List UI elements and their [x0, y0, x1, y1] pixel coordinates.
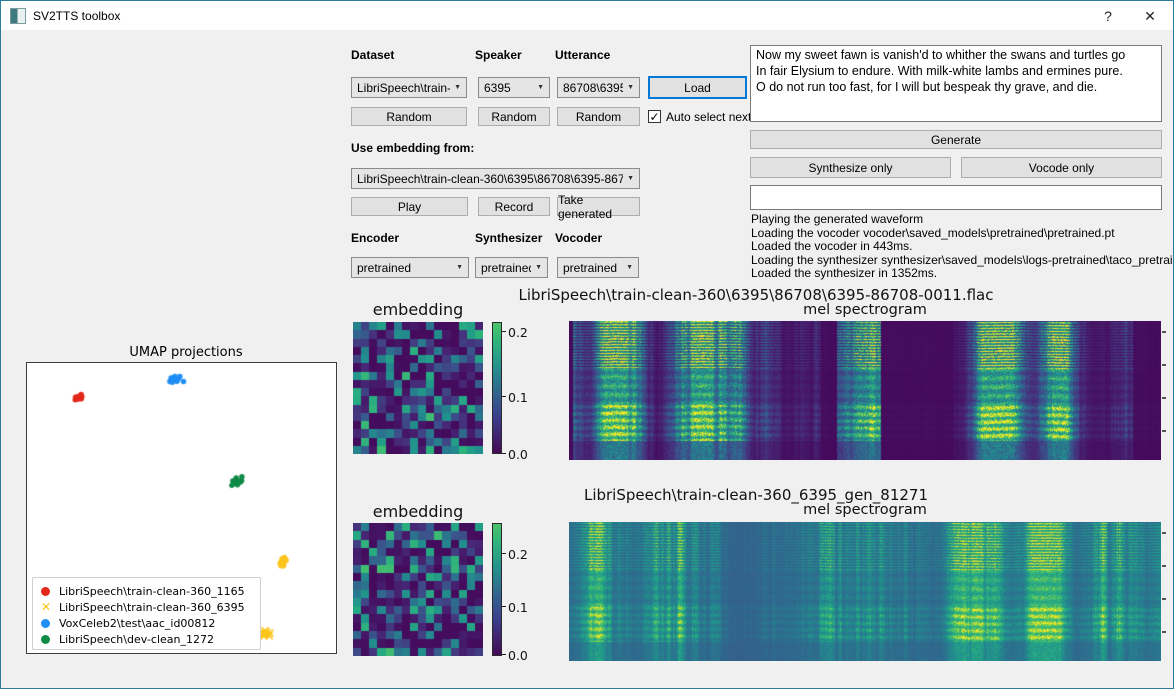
colorbar-tick: 0.0	[508, 447, 528, 462]
dataset-label: Dataset	[351, 48, 394, 62]
legend-label: LibriSpeech\train-clean-360_1165	[59, 585, 245, 598]
legend-item: ✕ LibriSpeech\train-clean-360_6395	[33, 599, 260, 615]
speaker-label: Speaker	[475, 48, 522, 62]
x-marker: ✕	[33, 602, 59, 612]
check-icon: ✓	[649, 112, 659, 122]
colorbar	[492, 523, 502, 656]
generate-button[interactable]: Generate	[750, 130, 1162, 149]
log-output: Playing the generated waveform Loading t…	[751, 213, 1171, 281]
log-line: Playing the generated waveform	[751, 213, 1171, 227]
umap-legend: LibriSpeech\train-clean-360_1165 ✕ Libri…	[32, 577, 261, 650]
legend-label: LibriSpeech\train-clean-360_6395	[59, 601, 245, 614]
dataset-value: LibriSpeech\train-cle	[357, 81, 450, 95]
chevron-down-icon: ▼	[627, 175, 634, 182]
random-speaker-button[interactable]: Random	[478, 107, 550, 126]
chevron-down-icon: ▼	[626, 264, 633, 271]
chevron-down-icon: ▼	[627, 84, 634, 91]
speaker-select[interactable]: 6395 ▼	[478, 77, 550, 98]
legend-label: LibriSpeech\dev-clean_1272	[59, 633, 214, 646]
app-window: SV2TTS toolbox ? ✕ Dataset Speaker Utter…	[0, 0, 1174, 689]
colorbar-tick: 0.1	[508, 390, 528, 405]
blue-dot-marker	[41, 619, 50, 628]
load-button[interactable]: Load	[648, 76, 747, 99]
title-bar: SV2TTS toolbox ? ✕	[1, 1, 1173, 30]
utterance-select[interactable]: 86708\6395 ▼	[557, 77, 640, 98]
synthesizer-value: pretrained	[481, 261, 531, 275]
embedding-source-value: LibriSpeech\train-clean-360\6395\86708\6…	[357, 172, 623, 186]
text-input[interactable]: Now my sweet fawn is vanish'd to whither…	[750, 45, 1162, 122]
chevron-down-icon: ▼	[535, 264, 542, 271]
vocode-only-button[interactable]: Vocode only	[961, 157, 1162, 178]
vocoder-value: pretrained	[563, 261, 617, 275]
log-line: Loaded the synthesizer in 1352ms.	[751, 267, 1171, 281]
log-line: Loading the vocoder vocoder\saved_models…	[751, 227, 1171, 241]
window-title: SV2TTS toolbox	[33, 9, 120, 23]
embedding-source-select[interactable]: LibriSpeech\train-clean-360\6395\86708\6…	[351, 168, 640, 189]
synthesizer-select[interactable]: pretrained ▼	[475, 257, 548, 278]
green-dot-marker	[41, 635, 50, 644]
encoder-select[interactable]: pretrained ▼	[351, 257, 469, 278]
colorbar	[492, 322, 502, 454]
auto-select-checkbox[interactable]: ✓	[648, 110, 661, 123]
embedding-title: embedding	[353, 502, 483, 521]
synthesize-only-button[interactable]: Synthesize only	[750, 157, 951, 178]
log-line: Loading the synthesizer synthesizer\save…	[751, 254, 1171, 268]
help-icon: ?	[1104, 8, 1112, 24]
speaker-value: 6395	[484, 81, 511, 95]
play-button[interactable]: Play	[351, 197, 468, 216]
encoder-label: Encoder	[351, 231, 399, 245]
colorbar-tick: 0.0	[508, 648, 528, 663]
help-button[interactable]: ?	[1093, 5, 1123, 27]
dataset-select[interactable]: LibriSpeech\train-cle ▼	[351, 77, 467, 98]
random-dataset-button[interactable]: Random	[351, 107, 467, 126]
seed-field[interactable]	[750, 185, 1162, 210]
embedding-heatmap	[353, 322, 483, 454]
auto-select-label: Auto select next	[666, 110, 751, 124]
colorbar-tick: 0.1	[508, 600, 528, 615]
utterance-value: 86708\6395	[563, 81, 623, 95]
close-icon: ✕	[1144, 8, 1156, 25]
colorbar-tick: 0.2	[508, 325, 528, 340]
vocoder-select[interactable]: pretrained ▼	[557, 257, 639, 278]
synthesizer-label: Synthesizer	[475, 231, 542, 245]
chevron-down-icon: ▼	[537, 84, 544, 91]
legend-label: VoxCeleb2\test\aac_id00812	[59, 617, 215, 630]
chevron-down-icon: ▼	[456, 264, 463, 271]
random-utterance-button[interactable]: Random	[557, 107, 640, 126]
utterance-label: Utterance	[555, 48, 610, 62]
log-line: Loaded the vocoder in 443ms.	[751, 240, 1171, 254]
colorbar-tick: 0.2	[508, 547, 528, 562]
app-icon	[10, 8, 26, 24]
spectrogram-title: mel spectrogram	[569, 502, 1161, 518]
embedding-heatmap	[353, 523, 483, 656]
mel-spectrogram	[569, 321, 1161, 460]
mel-spectrogram	[569, 522, 1161, 661]
legend-item: LibriSpeech\train-clean-360_1165	[33, 583, 260, 599]
vocoder-label: Vocoder	[555, 231, 602, 245]
close-button[interactable]: ✕	[1135, 5, 1165, 27]
legend-item: VoxCeleb2\test\aac_id00812	[33, 615, 260, 631]
red-dot-marker	[41, 587, 50, 596]
chevron-down-icon: ▼	[454, 84, 461, 91]
encoder-value: pretrained	[357, 261, 411, 275]
use-embedding-label: Use embedding from:	[351, 141, 474, 155]
axis-ticks	[1162, 532, 1166, 661]
spectrogram-title: mel spectrogram	[569, 302, 1161, 318]
record-button[interactable]: Record	[478, 197, 550, 216]
legend-item: LibriSpeech\dev-clean_1272	[33, 631, 260, 647]
umap-title: UMAP projections	[41, 345, 331, 360]
take-generated-button[interactable]: Take generated	[557, 197, 640, 216]
axis-ticks	[1162, 331, 1166, 460]
